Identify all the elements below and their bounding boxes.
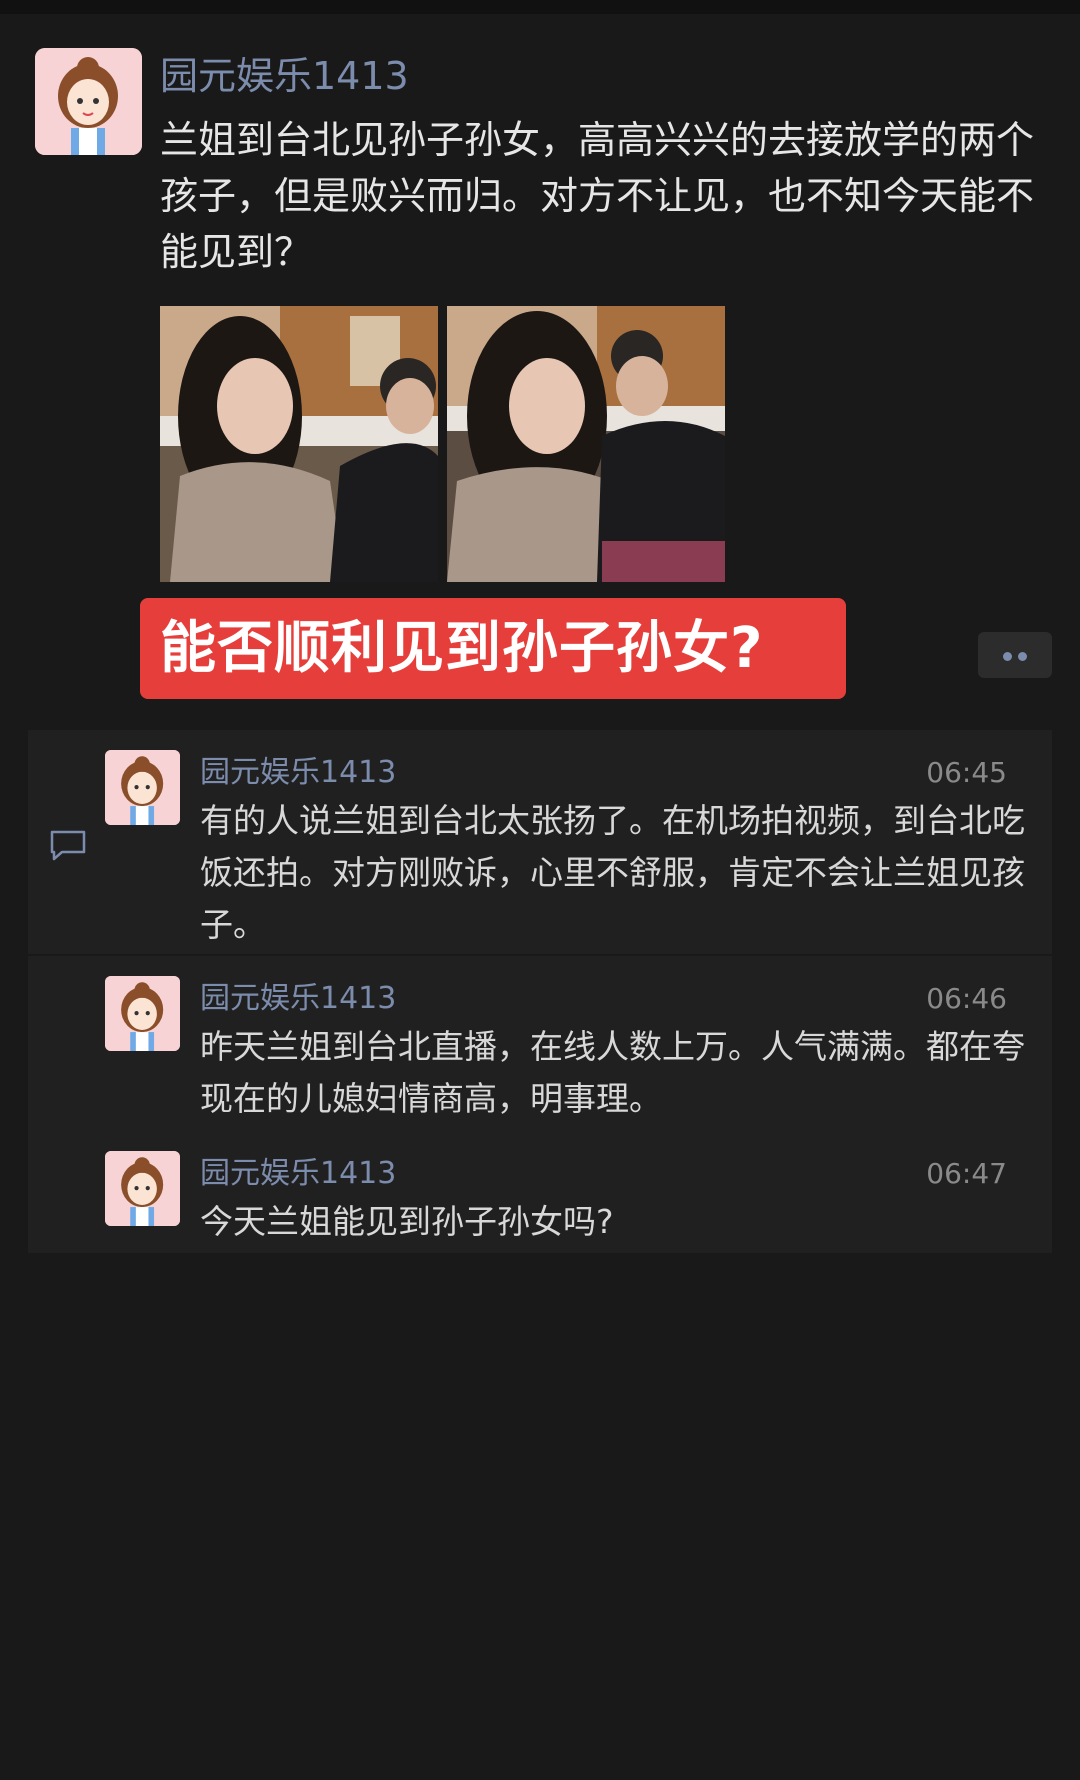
comment-author[interactable]: 园元娱乐1413 — [200, 979, 396, 1019]
status-bar-strip — [0, 0, 1080, 14]
comment-avatar[interactable] — [105, 976, 180, 1051]
comment-time: 06:46 — [926, 982, 1007, 1015]
post-author-name[interactable]: 园元娱乐1413 — [160, 52, 409, 100]
comment-divider — [28, 954, 1052, 956]
comment-author[interactable]: 园元娱乐1413 — [200, 753, 396, 793]
comment-text: 今天兰姐能见到孙子孙女吗? — [200, 1202, 614, 1241]
comments-panel: 园元娱乐1413 06:45 有的人说兰姐到台北太张扬了。在机场拍视频，到台北吃… — [28, 730, 1052, 1253]
post-author-avatar[interactable] — [35, 48, 142, 155]
post-photo-2[interactable] — [447, 306, 725, 582]
post-text: 兰姐到台北见孙子孙女，高高兴兴的去接放学的两个孩子，但是败兴而归。对方不让见，也… — [160, 118, 1035, 274]
comment-time: 06:47 — [926, 1157, 1007, 1190]
comment-author[interactable]: 园元娱乐1413 — [200, 1154, 396, 1194]
headline-caption: 能否顺利见到孙子孙女? — [140, 598, 846, 699]
comment-text: 昨天兰姐到台北直播，在线人数上万。人气满满。都在夸现在的儿媳妇情商高，明事理。 — [200, 1027, 1025, 1118]
comment-icon — [48, 828, 88, 864]
comment-avatar[interactable] — [105, 1151, 180, 1226]
post-photo-1[interactable] — [160, 306, 438, 582]
more-dot — [1018, 652, 1027, 661]
more-options-button[interactable] — [978, 632, 1052, 678]
more-dots-icon — [1003, 652, 1012, 661]
comment-text: 有的人说兰姐到台北太张扬了。在机场拍视频，到台北吃饭还拍。对方刚败诉，心里不舒服… — [200, 801, 1025, 944]
comment-avatar[interactable] — [105, 750, 180, 825]
comment-time: 06:45 — [926, 756, 1007, 789]
